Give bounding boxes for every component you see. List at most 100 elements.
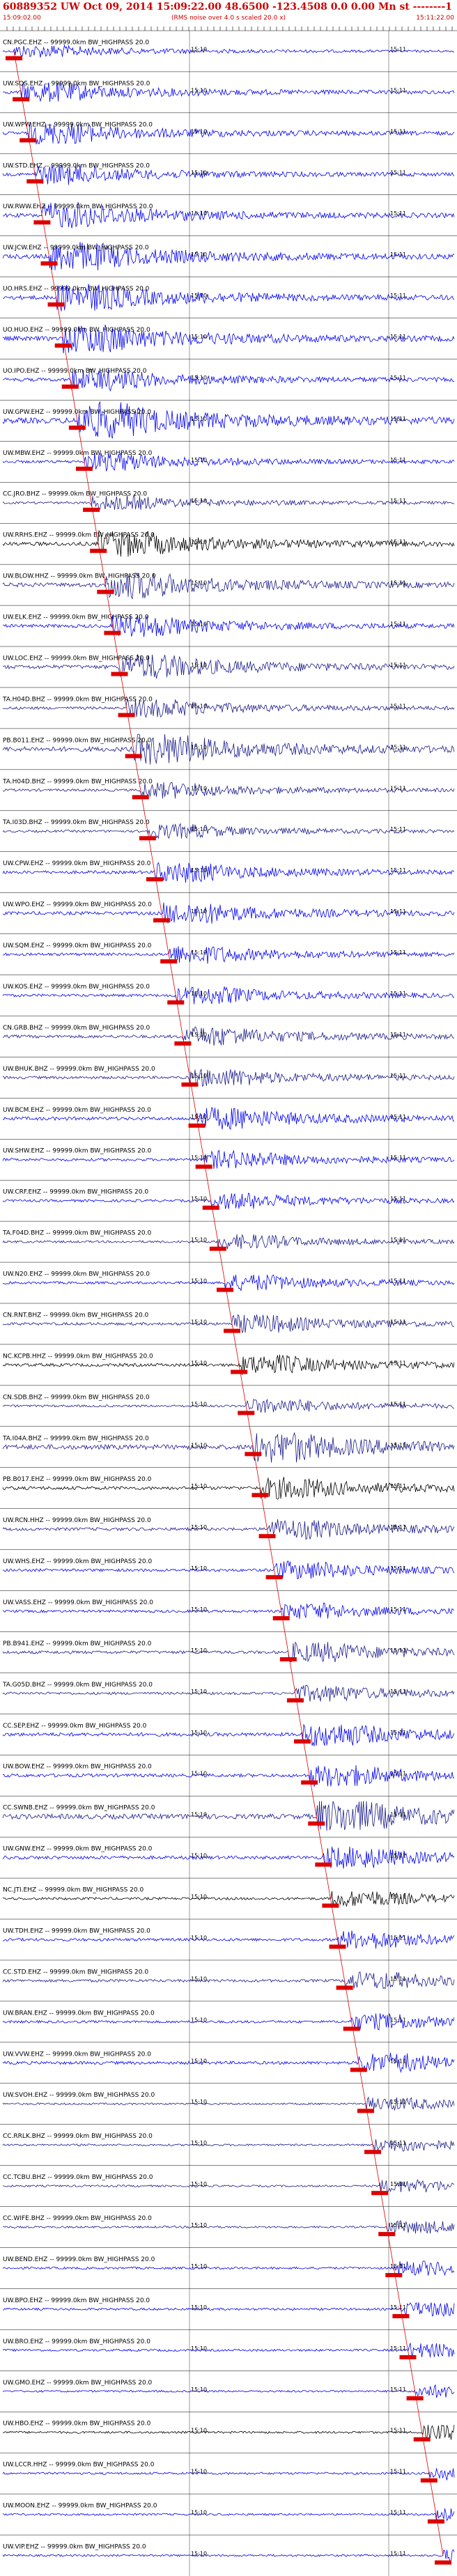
- trace-row: UW.WPO.EHZ -- 99999.0km BW_HIGHPASS 20.0…: [0, 892, 457, 934]
- trace-row: PB.B941.EHZ -- 99999.0km BW_HIGHPASS 20.…: [0, 1631, 457, 1673]
- time-label: 15:10: [191, 2058, 207, 2064]
- seismogram-plot: CN.PGC.EHZ -- 99999.0km BW_HIGHPASS 20.0…: [0, 26, 457, 2576]
- trace-label: UW.CPW.EHZ -- 99999.0km BW_HIGHPASS 20.0: [3, 860, 151, 867]
- time-label: 15:10: [191, 293, 207, 299]
- pick-marker: [399, 2354, 417, 2359]
- trace-row: TA.I03D.BHZ -- 99999.0km BW_HIGHPASS 20.…: [0, 810, 457, 852]
- pick-marker: [392, 2313, 410, 2318]
- trace-row: CN.RNT.BHZ -- 99999.0km BW_HIGHPASS 20.0…: [0, 1303, 457, 1344]
- pick-marker: [357, 2109, 374, 2113]
- time-label: 15:11: [390, 1442, 406, 1448]
- time-label: 15:11: [390, 416, 406, 422]
- trace-label: UW.BOW.EHZ -- 99999.0km BW_HIGHPASS 20.0: [3, 1764, 152, 1771]
- trace-row: UW.SQM.EHZ -- 99999.0km BW_HIGHPASS 20.0…: [0, 933, 457, 975]
- time-label: 15:10: [191, 1360, 207, 1366]
- waveform: [2, 2384, 455, 2398]
- time-label: 15:11: [390, 703, 406, 709]
- trace-label: TA.H04D.BHZ -- 99999.0km BW_HIGHPASS 20.…: [2, 778, 153, 785]
- trace-row: UO.IPO.EHZ -- 99999.0km BW_HIGHPASS 20.0…: [0, 359, 457, 401]
- pick-marker: [202, 1205, 219, 1210]
- trace-row: UW.TDH.EHZ -- 99999.0km BW_HIGHPASS 20.0…: [0, 1918, 457, 1960]
- trace-label: CC.STD.EHZ -- 99999.0km BW_HIGHPASS 20.0: [3, 1969, 148, 1976]
- time-label: 15:10: [191, 1606, 207, 1613]
- time-label: 15:11: [390, 2099, 406, 2105]
- time-label: 15:11: [390, 251, 406, 258]
- trace-label: UW.BRAN.EHZ -- 99999.0km BW_HIGHPASS 20.…: [3, 2010, 155, 2017]
- pick-marker: [385, 2273, 403, 2278]
- pick-marker: [251, 1493, 269, 1498]
- time-label: 15:10: [191, 1976, 207, 1982]
- trace-label: CC.WIFE.BHZ -- 99999.0km BW_HIGHPASS 20.…: [3, 2215, 152, 2222]
- trace-label: UW.CRF.EHZ -- 99999.0km BW_HIGHPASS 20.0: [3, 1189, 148, 1196]
- time-label: 15:10: [191, 2017, 207, 2023]
- pick-marker: [188, 1123, 206, 1128]
- trace-row: UW.RCN.HHZ -- 99999.0km BW_HIGHPASS 20.0…: [0, 1508, 457, 1550]
- time-label: 15:10: [191, 1155, 207, 1161]
- trace-label: UW.WPO.EHZ -- 99999.0km BW_HIGHPASS 20.0: [3, 901, 152, 908]
- pick-marker: [238, 1411, 255, 1415]
- time-label: 15:10: [191, 826, 207, 832]
- time-label: 15:11: [390, 2345, 406, 2352]
- trace-row: CC.TCBU.BHZ -- 99999.0km BW_HIGHPASS 20.…: [0, 2165, 457, 2207]
- time-label: 15:11: [390, 785, 406, 791]
- trace-label: TA.H04D.BHZ -- 99999.0km BW_HIGHPASS 20.…: [2, 696, 153, 703]
- trace-label: UW.VASS.EHZ -- 99999.0km BW_HIGHPASS 20.…: [3, 1599, 153, 1606]
- waveform: [2, 2302, 455, 2318]
- time-label: 15:10: [191, 1730, 207, 1736]
- time-label: 15:10: [191, 908, 207, 915]
- trace-label: CC.SWNB.EHZ -- 99999.0km BW_HIGHPASS 20.…: [3, 1805, 155, 1812]
- time-label: 15:11: [390, 1812, 406, 1818]
- trace-row: UW.VIP.EHZ -- 99999.0km BW_HIGHPASS 20.0…: [0, 2534, 457, 2576]
- trace-row: UW.RRHS.EHZ -- 99999.0km BW_HIGHPASS 20.…: [0, 522, 457, 565]
- time-label: 15:10: [191, 785, 207, 791]
- time-label: 15:10: [191, 210, 207, 217]
- trace-label: UW.BRO.EHZ -- 99999.0km BW_HIGHPASS 20.0: [3, 2338, 150, 2345]
- time-label: 15:11: [390, 2222, 406, 2228]
- time-label: 15:10: [191, 1771, 207, 1777]
- time-label: 15:11: [390, 1483, 406, 1489]
- trace-label: UW.BHUK.BHZ -- 99999.0km BW_HIGHPASS 20.…: [3, 1066, 155, 1073]
- time-label: 15:11: [390, 2469, 406, 2475]
- trace-label: UW.GMO.EHZ -- 99999.0km BW_HIGHPASS 20.0: [3, 2380, 153, 2387]
- pick-marker: [97, 589, 114, 594]
- time-label: 15:10: [191, 375, 207, 381]
- trace-row: NC.JTI.EHZ -- 99999.0km BW_HIGHPASS 20.0…: [0, 1877, 457, 1920]
- time-label: 15:10: [191, 1894, 207, 1900]
- trace-row: UW.CPW.EHZ -- 99999.0km BW_HIGHPASS 20.0…: [0, 851, 457, 893]
- trace-label: CN.GRB.BHZ -- 99999.0km BW_HIGHPASS 20.0: [3, 1025, 150, 1032]
- pick-marker: [146, 877, 163, 882]
- trace-label: UW.KOS.EHZ -- 99999.0km BW_HIGHPASS 20.0: [3, 984, 150, 991]
- trace-row: UW.GPW.EHZ -- 99999.0km BW_HIGHPASS 20.0…: [0, 400, 457, 442]
- time-label: 15:10: [191, 2304, 207, 2311]
- time-label: 15:11: [390, 1771, 406, 1777]
- trace-row: UW.VVW.EHZ -- 99999.0km BW_HIGHPASS 20.0…: [0, 2042, 457, 2084]
- time-label: 15:10: [191, 744, 207, 750]
- time-label: 15:11: [390, 2140, 406, 2146]
- trace-row: CN.GRB.BHZ -- 99999.0km BW_HIGHPASS 20.0…: [0, 1016, 457, 1057]
- pick-marker: [139, 836, 156, 841]
- time-label: 15:11: [390, 908, 406, 915]
- time-label: 15:10: [191, 1032, 207, 1038]
- pick-marker: [68, 425, 86, 430]
- pick-marker: [111, 672, 128, 676]
- time-label: 15:11: [390, 334, 406, 340]
- time-label: 15:10: [191, 2345, 207, 2352]
- time-label: 15:10: [191, 334, 207, 340]
- trace-label: TA.I03D.BHZ -- 99999.0km BW_HIGHPASS 20.…: [2, 819, 150, 826]
- waveform: [2, 1398, 455, 1413]
- trace-label: CC.JRO.BHZ -- 99999.0km BW_HIGHPASS 20.0: [3, 491, 147, 498]
- trace-label: UO.IPO.EHZ -- 99999.0km BW_HIGHPASS 20.0: [3, 368, 147, 375]
- pick-marker: [371, 2191, 389, 2196]
- trace-label: UO.HUO.EHZ -- 99999.0km BW_HIGHPASS 20.0: [3, 327, 150, 334]
- time-label: 15:10: [191, 1442, 207, 1448]
- trace-row: UW.BRO.EHZ -- 99999.0km BW_HIGHPASS 20.0…: [0, 2329, 457, 2371]
- top-tick-strip: [6, 26, 453, 31]
- pick-marker: [167, 1000, 185, 1005]
- time-label: 15:11: [390, 210, 406, 217]
- pick-marker: [195, 1164, 212, 1169]
- pick-marker: [26, 179, 44, 184]
- pick-marker: [153, 918, 171, 923]
- trace-label: UW.HBO.EHZ -- 99999.0km BW_HIGHPASS 20.0: [3, 2421, 151, 2428]
- trace-label: UW.BCM.EHZ -- 99999.0km BW_HIGHPASS 20.0: [3, 1107, 151, 1114]
- pick-marker: [20, 138, 37, 143]
